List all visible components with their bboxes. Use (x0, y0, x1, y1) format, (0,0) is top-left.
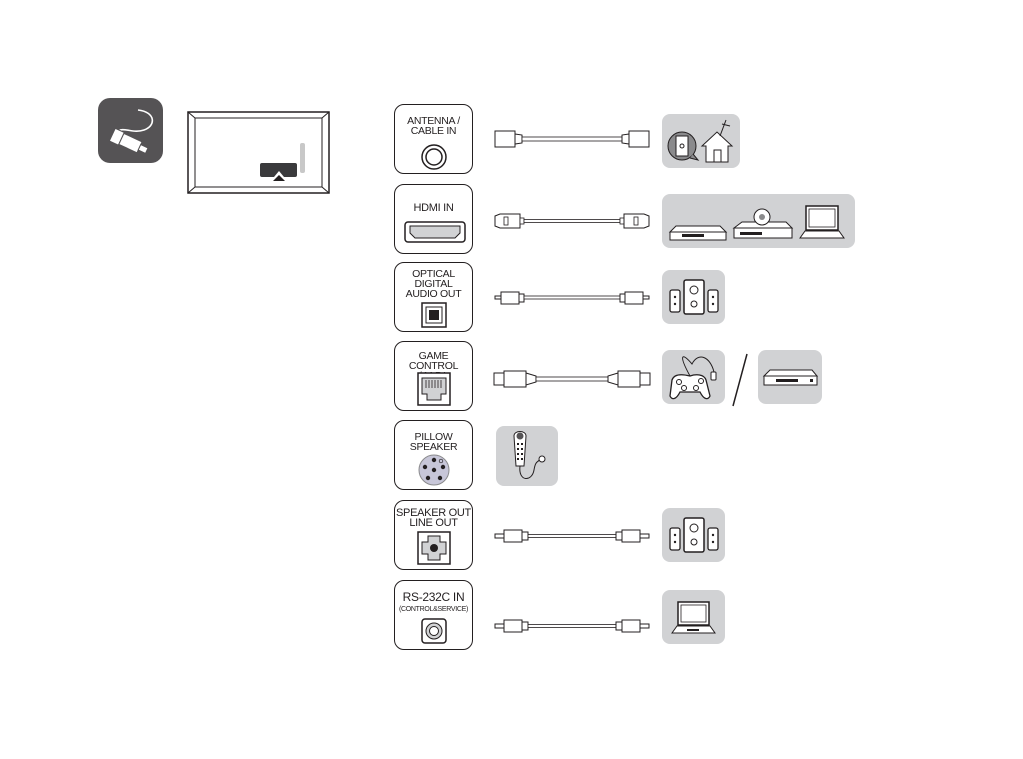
laptop-icon (671, 601, 716, 634)
speaker-system-icon (669, 279, 719, 315)
game-controller-icon (669, 356, 717, 400)
rj45-port-icon (417, 372, 451, 406)
port-label: RS-232C IN (402, 590, 465, 604)
set-top-box-icon (762, 369, 819, 386)
audio-cable (494, 619, 650, 633)
port-sublabel: (CONTROL&SERVICE) (398, 606, 469, 613)
hdmi-cable (494, 213, 650, 229)
port-rs232c-in: RS-232C IN (CONTROL&SERVICE) (394, 580, 473, 650)
device-antenna-house (662, 114, 740, 168)
port-game-control-mpi: GAME CONTROL / M.P.I. (394, 341, 473, 411)
optical-port-icon (421, 302, 447, 328)
port-antenna-cable-in: ANTENNA / CABLE IN (394, 104, 473, 174)
port-label: PILLOW SPEAKER (409, 431, 458, 453)
tv-rear-panel-icon (187, 111, 330, 194)
coax-port-icon (421, 144, 447, 170)
coax-cable (494, 130, 650, 148)
port-label: HDMI IN (413, 202, 454, 214)
port-label: ANTENNA / CABLE IN (407, 115, 460, 137)
optical-cable (494, 291, 650, 305)
port-pillow-speaker: PILLOW SPEAKER (394, 420, 473, 490)
laptop-icon (799, 205, 845, 239)
speaker-system-icon (669, 517, 719, 553)
device-laptop (662, 590, 725, 644)
dvd-player-icon (732, 208, 794, 239)
port-hdmi-in: HDMI IN (394, 184, 473, 254)
hdmi-port-icon (404, 221, 466, 243)
device-set-top-box (758, 350, 822, 404)
device-pillow-speaker (496, 426, 558, 486)
port-speaker-line-out: SPEAKER OUT LINE OUT (394, 500, 473, 570)
set-top-box-icon (668, 225, 728, 241)
port-optical-audio-out: OPTICAL DIGITAL AUDIO OUT (394, 262, 473, 332)
separator-slash (732, 353, 748, 407)
port-label: SPEAKER OUT LINE OUT (396, 507, 471, 529)
device-game-controller (662, 350, 725, 404)
rs232-jack-icon (421, 618, 447, 644)
din-port-icon (418, 454, 450, 486)
audio-cable (494, 529, 650, 543)
antenna-house-icon (667, 119, 734, 163)
port-label: OPTICAL DIGITAL AUDIO OUT (405, 268, 462, 300)
line-out-port-icon (417, 531, 451, 565)
device-speakers (662, 270, 725, 324)
device-speakers (662, 508, 725, 562)
cable-plug-icon (98, 98, 163, 163)
pillow-speaker-remote-icon (513, 431, 546, 479)
rj45-cable (493, 370, 651, 388)
device-hdmi-sources (662, 194, 855, 248)
